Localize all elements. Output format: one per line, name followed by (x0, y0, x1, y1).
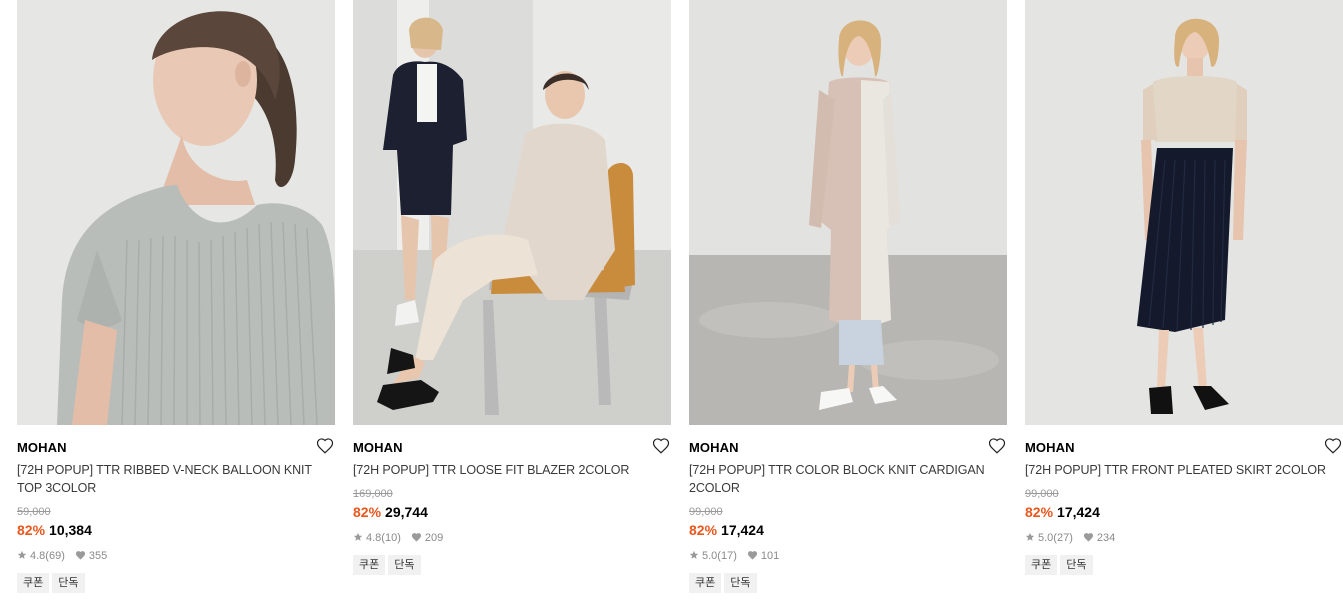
heart-outline-icon[interactable] (316, 437, 334, 455)
tag-coupon: 쿠폰 (689, 573, 722, 593)
brand-name[interactable]: MOHAN (689, 440, 739, 455)
discount-rate: 82% (17, 522, 46, 538)
heart-outline-icon[interactable] (652, 437, 670, 455)
product-photo-pleated-skirt (1025, 0, 1343, 425)
star-icon (17, 550, 27, 559)
product-title[interactable]: [72H POPUP] TTR LOOSE FIT BLAZER 2COLOR (353, 461, 673, 479)
product-card[interactable]: MOHAN [72H POPUP] TTR LOOSE FIT BLAZER 2… (353, 0, 671, 615)
review-count: (10) (381, 532, 401, 545)
product-image[interactable] (689, 0, 1007, 425)
brand-name[interactable]: MOHAN (1025, 440, 1075, 455)
heart-filled-icon (75, 551, 85, 560)
discount-rate: 82% (353, 504, 382, 520)
rating-likes: 5.0(27) 234 (1025, 532, 1343, 546)
brand-row: MOHAN (17, 437, 335, 457)
product-photo-cardigan (689, 0, 1007, 425)
brand-name[interactable]: MOHAN (17, 440, 67, 455)
product-card[interactable]: MOHAN [72H POPUP] TTR RIBBED V-NECK BALL… (17, 0, 335, 615)
product-grid: MOHAN [72H POPUP] TTR RIBBED V-NECK BALL… (0, 0, 1343, 615)
product-title[interactable]: [72H POPUP] TTR FRONT PLEATED SKIRT 2COL… (1025, 461, 1343, 479)
like-count: 209 (424, 532, 444, 545)
tag-exclusive: 단독 (724, 573, 757, 593)
original-price: 59,000 (17, 506, 51, 518)
tag-coupon: 쿠폰 (17, 573, 50, 593)
original-price: 99,000 (689, 506, 723, 518)
heart-filled-icon (1083, 533, 1093, 542)
tag-coupon: 쿠폰 (353, 555, 386, 575)
product-photo-ribbed-top (17, 0, 335, 425)
tag-exclusive: 단독 (52, 573, 85, 593)
rating-value: 5.0 (702, 550, 718, 563)
rating-value: 4.8 (30, 550, 46, 563)
heart-outline-icon[interactable] (988, 437, 1006, 455)
product-card[interactable]: MOHAN [72H POPUP] TTR COLOR BLOCK KNIT C… (689, 0, 1007, 615)
rating-likes: 4.8(69) 355 (17, 550, 335, 564)
like-count: 234 (1096, 532, 1116, 545)
tag-list: 쿠폰 단독 (353, 555, 424, 575)
brand-row: MOHAN (689, 437, 1007, 457)
sale-price: 29,744 (385, 504, 428, 520)
review-count: (69) (45, 550, 65, 563)
review-count: (17) (717, 550, 737, 563)
tag-list: 쿠폰 단독 (689, 573, 760, 593)
brand-row: MOHAN (1025, 437, 1343, 457)
price-block: 99,000 82% 17,424 (689, 504, 1007, 540)
discount-rate: 82% (689, 522, 718, 538)
product-title[interactable]: [72H POPUP] TTR COLOR BLOCK KNIT CARDIGA… (689, 461, 1009, 497)
product-card[interactable]: MOHAN [72H POPUP] TTR FRONT PLEATED SKIR… (1025, 0, 1343, 615)
rating-value: 4.8 (366, 532, 382, 545)
star-icon (1025, 532, 1035, 541)
sale-price: 10,384 (49, 522, 92, 538)
brand-row: MOHAN (353, 437, 671, 457)
price-block: 59,000 82% 10,384 (17, 504, 335, 540)
tag-exclusive: 단독 (388, 555, 421, 575)
product-title[interactable]: [72H POPUP] TTR RIBBED V-NECK BALLOON KN… (17, 461, 337, 497)
like-count: 355 (88, 550, 108, 563)
rating-likes: 5.0(17) 101 (689, 550, 1007, 564)
product-image[interactable] (353, 0, 671, 425)
sale-price: 17,424 (721, 522, 764, 538)
price-block: 169,000 82% 29,744 (353, 486, 671, 522)
rating-value: 5.0 (1038, 532, 1054, 545)
heart-filled-icon (411, 533, 421, 542)
original-price: 169,000 (353, 488, 393, 500)
brand-name[interactable]: MOHAN (353, 440, 403, 455)
rating-likes: 4.8(10) 209 (353, 532, 671, 546)
tag-coupon: 쿠폰 (1025, 555, 1058, 575)
discount-rate: 82% (1025, 504, 1054, 520)
tag-exclusive: 단독 (1060, 555, 1093, 575)
like-count: 101 (760, 550, 780, 563)
price-block: 99,000 82% 17,424 (1025, 486, 1343, 522)
review-count: (27) (1053, 532, 1073, 545)
sale-price: 17,424 (1057, 504, 1100, 520)
tag-list: 쿠폰 단독 (1025, 555, 1096, 575)
star-icon (353, 532, 363, 541)
product-image[interactable] (1025, 0, 1343, 425)
tag-list: 쿠폰 단독 (17, 573, 88, 593)
product-photo-blazer (353, 0, 671, 425)
original-price: 99,000 (1025, 488, 1059, 500)
heart-filled-icon (747, 551, 757, 560)
product-image[interactable] (17, 0, 335, 425)
heart-outline-icon[interactable] (1324, 437, 1342, 455)
star-icon (689, 550, 699, 559)
